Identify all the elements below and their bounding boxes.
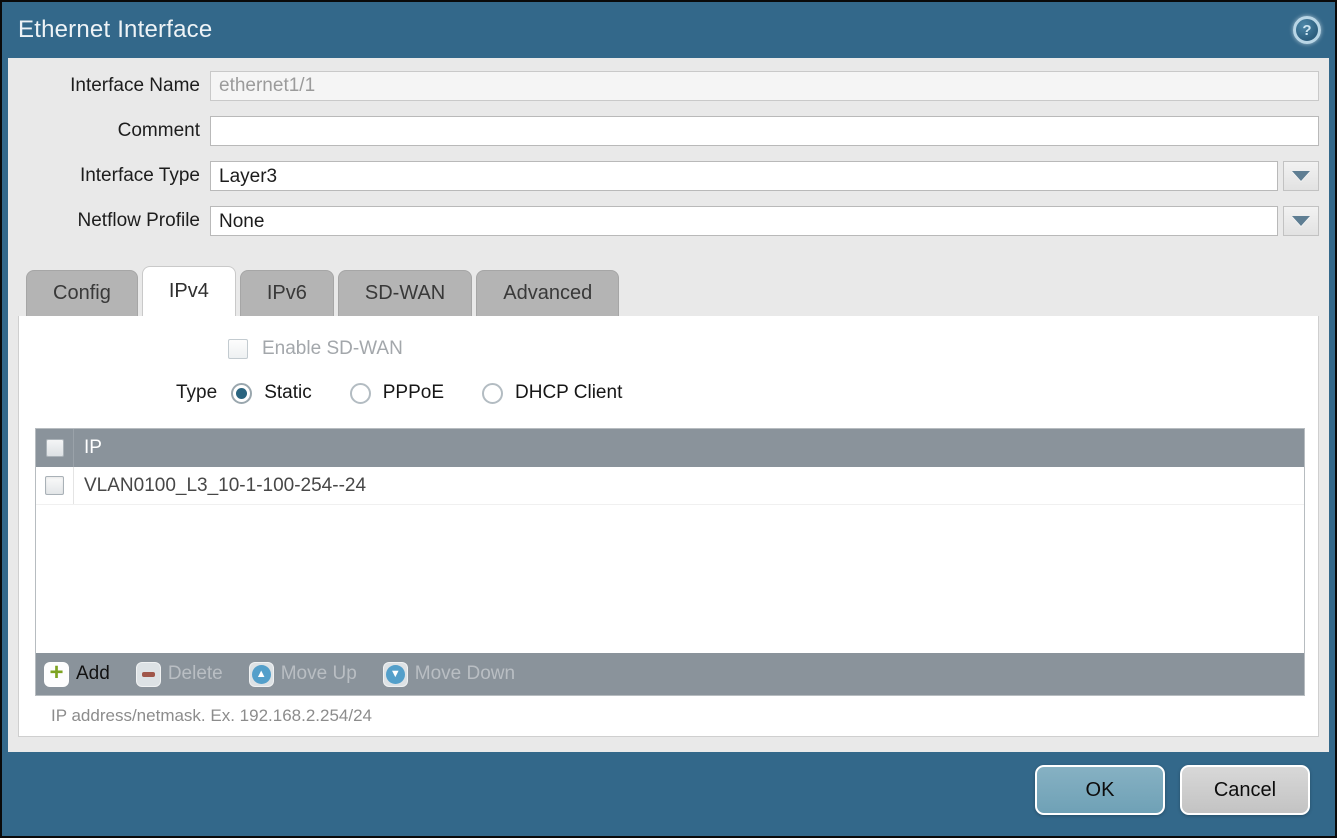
move-down-button[interactable]: ▼ Move Down [383, 662, 515, 687]
netflow-profile-select[interactable]: None [210, 206, 1278, 236]
arrow-up-icon: ▲ [249, 662, 274, 687]
tab-sdwan[interactable]: SD-WAN [338, 270, 472, 316]
tab-bar: Config IPv4 IPv6 SD-WAN Advanced [26, 266, 1319, 316]
help-icon[interactable]: ? [1293, 16, 1321, 44]
interface-name-label: Interface Name [18, 75, 210, 97]
dialog-title: Ethernet Interface [18, 16, 212, 44]
ip-table: IP VLAN0100_L3_10-1-100-254--24 + [35, 428, 1305, 696]
tab-ipv6[interactable]: IPv6 [240, 270, 334, 316]
type-label: Type [176, 382, 217, 404]
enable-sdwan-label: Enable SD-WAN [262, 338, 403, 360]
add-button[interactable]: + Add [44, 662, 110, 687]
select-all-checkbox[interactable] [46, 439, 64, 457]
dialog-body: Interface Name Comment Interface Type La… [8, 58, 1329, 752]
table-row[interactable]: VLAN0100_L3_10-1-100-254--24 [36, 467, 1304, 505]
row-checkbox[interactable] [45, 476, 64, 495]
ethernet-interface-dialog: Ethernet Interface ? Interface Name Comm… [2, 2, 1335, 836]
comment-row: Comment [18, 116, 1319, 146]
interface-type-label: Interface Type [18, 165, 210, 187]
interface-type-dropdown-button[interactable] [1283, 161, 1319, 191]
ip-cell-value[interactable]: VLAN0100_L3_10-1-100-254--24 [74, 475, 366, 497]
arrow-down-icon: ▼ [383, 662, 408, 687]
ip-table-toolbar: + Add Delete ▲ Move Up ▼ [36, 653, 1304, 695]
comment-label: Comment [18, 120, 210, 142]
radio-label-static: Static [264, 382, 312, 404]
netflow-profile-row: Netflow Profile None [18, 206, 1319, 236]
interface-name-row: Interface Name [18, 71, 1319, 101]
tab-ipv4[interactable]: IPv4 [142, 266, 236, 316]
ip-table-header: IP [36, 429, 1304, 467]
comment-input[interactable] [210, 116, 1319, 146]
ip-column-header: IP [74, 437, 102, 459]
ipv4-tab-panel: Enable SD-WAN Type Static PPPoE [18, 316, 1319, 737]
chevron-down-icon [1292, 171, 1310, 181]
dialog-footer: OK Cancel [2, 752, 1335, 836]
move-down-button-label: Move Down [415, 663, 515, 685]
header-check-cell [36, 429, 74, 467]
tab-advanced[interactable]: Advanced [476, 270, 619, 316]
delete-button[interactable]: Delete [136, 662, 223, 687]
type-radio-dhcp[interactable]: DHCP Client [482, 382, 622, 404]
radio-label-pppoe: PPPoE [383, 382, 444, 404]
type-radio-static[interactable]: Static [231, 382, 312, 404]
chevron-down-icon [1292, 216, 1310, 226]
minus-icon [136, 662, 161, 687]
screenshot-frame: Ethernet Interface ? Interface Name Comm… [0, 0, 1337, 838]
enable-sdwan-row: Enable SD-WAN [228, 338, 1305, 360]
netflow-profile-label: Netflow Profile [18, 210, 210, 232]
dialog-titlebar: Ethernet Interface ? [2, 2, 1335, 58]
move-up-button[interactable]: ▲ Move Up [249, 662, 357, 687]
move-up-button-label: Move Up [281, 663, 357, 685]
interface-type-row: Interface Type Layer3 [18, 161, 1319, 191]
ok-button[interactable]: OK [1035, 765, 1165, 815]
cancel-button[interactable]: Cancel [1180, 765, 1310, 815]
tab-config[interactable]: Config [26, 270, 138, 316]
radio-button-pppoe[interactable] [350, 383, 371, 404]
add-button-label: Add [76, 663, 110, 685]
netflow-profile-dropdown-button[interactable] [1283, 206, 1319, 236]
interface-name-input [210, 71, 1319, 101]
ip-table-body: VLAN0100_L3_10-1-100-254--24 [36, 467, 1304, 653]
radio-button-static[interactable] [231, 383, 252, 404]
interface-type-select[interactable]: Layer3 [210, 161, 1278, 191]
delete-button-label: Delete [168, 663, 223, 685]
plus-icon: + [44, 662, 69, 687]
ip-helper-text: IP address/netmask. Ex. 192.168.2.254/24 [35, 696, 1305, 726]
enable-sdwan-checkbox[interactable] [228, 339, 248, 359]
type-row: Type Static PPPoE DHCP Client [176, 382, 1305, 404]
radio-label-dhcp: DHCP Client [515, 382, 622, 404]
radio-button-dhcp[interactable] [482, 383, 503, 404]
type-radio-pppoe[interactable]: PPPoE [350, 382, 444, 404]
row-check-cell [36, 467, 74, 504]
